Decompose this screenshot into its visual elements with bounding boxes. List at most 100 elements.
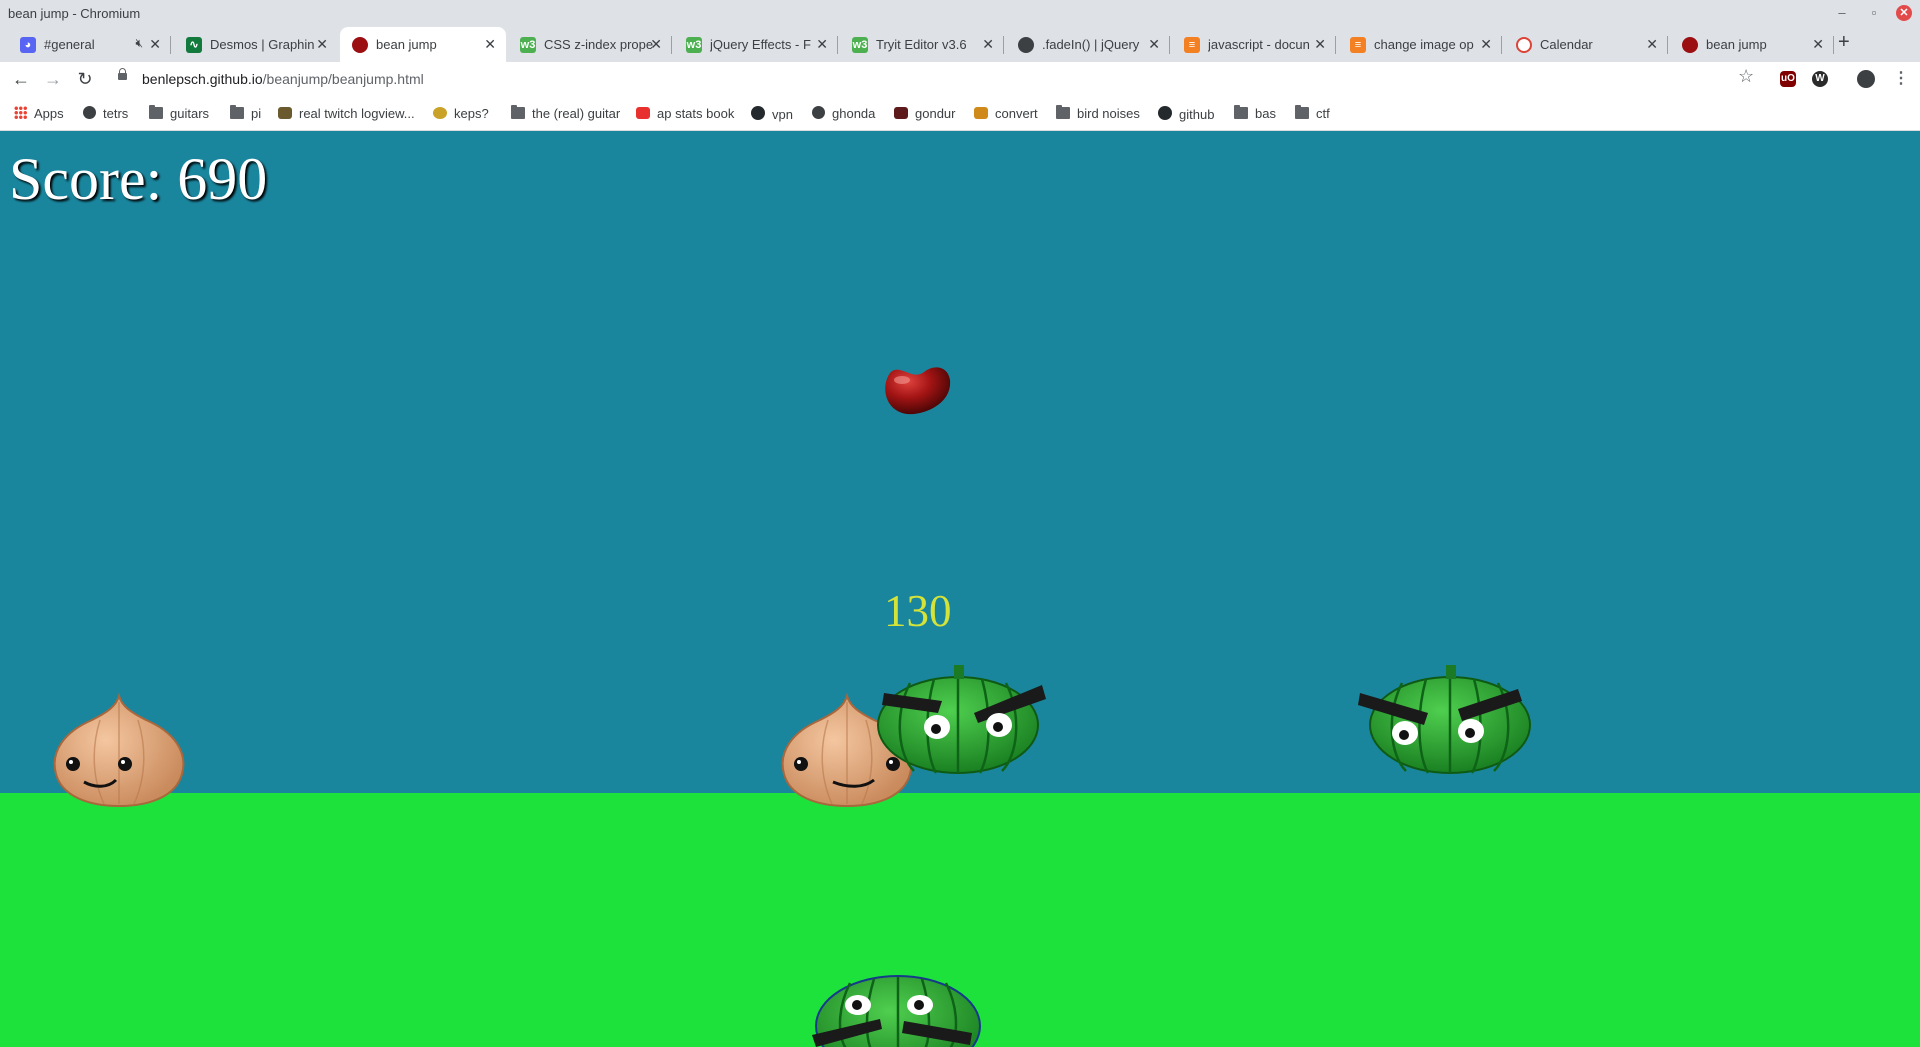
score-display: Score: 690 [9,146,268,212]
tab-close-icon[interactable]: ✕ [816,36,828,53]
tab-close-icon[interactable]: ✕ [1148,36,1160,53]
bookmark-label: convert [995,106,1038,121]
github-icon [751,106,765,120]
bookmark-ghonda[interactable]: ghonda [812,106,875,121]
tab-label: jQuery Effects - F [710,37,811,52]
apps-grid-icon [14,106,27,119]
github-icon [1158,106,1172,120]
tab-label: Calendar [1540,37,1593,52]
tab-separator [1169,36,1170,54]
tab-bean-jump-2[interactable]: bean jump ✕ [1670,27,1834,62]
forward-arrow-icon[interactable]: → [42,68,64,90]
bookmark-label: ap stats book [657,106,735,121]
tab-calendar[interactable]: Calendar ✕ [1504,27,1668,62]
tab-fadein[interactable]: .fadeIn() | jQuery ✕ [1006,27,1170,62]
tab-label: CSS z-index prope [544,37,654,52]
address-bar[interactable]: benlepsch.github.io/beanjump/beanjump.ht… [108,65,1788,94]
bookmark-convert[interactable]: convert [974,106,1038,121]
tab-separator [170,36,171,54]
tab-close-icon[interactable]: ✕ [149,36,161,53]
bookmark-label: bas [1255,106,1276,121]
url-host: benlepsch.github.io [142,71,263,87]
bookmark-gondur[interactable]: gondur [894,106,955,121]
window-titlebar: bean jump - Chromium – ▫ ✕ [0,0,1920,27]
stackoverflow-icon: ≡ [1184,37,1200,53]
muted-speaker-icon[interactable]: 🔇︎ [135,36,143,51]
bookmark-pi[interactable]: pi [230,105,262,121]
back-arrow-icon[interactable]: ← [10,68,32,90]
bookmark-apps[interactable]: Apps [14,106,64,121]
lock-icon[interactable] [118,68,127,80]
window-close-icon[interactable]: ✕ [1896,5,1912,21]
bean-icon [1682,37,1698,53]
tab-close-icon[interactable]: ✕ [1812,36,1824,53]
tab-general[interactable]: ◕ #general 🔇︎ ✕ [8,27,171,62]
browser-toolbar: ← → ↻ benlepsch.github.io/beanjump/beanj… [0,62,1920,97]
globe-icon [812,106,825,119]
extension-w-icon[interactable]: W [1812,71,1828,87]
bookmark-vpn[interactable]: vpn [751,106,793,122]
angry-pumpkin-enemy-flipped [808,971,988,1047]
discord-icon: ◕ [20,37,36,53]
tab-tryit-editor[interactable]: w3 Tryit Editor v3.6 ✕ [840,27,1004,62]
bookmark-star-icon[interactable]: ☆ [1738,66,1754,87]
tab-label: Desmos | Graphin [210,37,315,52]
tab-change-image[interactable]: ≡ change image op ✕ [1338,27,1502,62]
bookmark-tetrs[interactable]: tetrs [83,106,128,121]
reload-icon[interactable]: ↻ [74,68,96,90]
folder-icon [230,105,244,119]
bookmark-twitch-logviewer[interactable]: real twitch logview... [278,106,415,121]
tab-close-icon[interactable]: ✕ [982,36,994,53]
tab-bean-jump-active[interactable]: bean jump ✕ [340,27,506,62]
tab-css-zindex[interactable]: w3 CSS z-index prope ✕ [508,27,672,62]
bookmark-label: ghonda [832,106,876,121]
globe-icon [1018,37,1034,53]
tab-jquery-effects[interactable]: w3 jQuery Effects - F ✕ [674,27,838,62]
bookmark-label: the (real) guitar [532,106,621,121]
new-tab-button[interactable]: + [1838,31,1850,54]
tab-close-icon[interactable]: ✕ [1314,36,1326,53]
bookmark-ap-stats-book[interactable]: ap stats book [636,106,734,121]
bookmark-keps[interactable]: keps? [433,106,489,121]
tab-separator [1501,36,1502,54]
bookmark-label: guitars [170,106,210,121]
tab-strip: ◕ #general 🔇︎ ✕ ∿ Desmos | Graphin ✕ bea… [0,27,1920,62]
bookmark-bas[interactable]: bas [1234,105,1276,121]
onion-enemy [50,692,188,808]
url-text[interactable]: benlepsch.github.io/beanjump/beanjump.ht… [142,71,424,87]
url-path: /beanjump/beanjump.html [262,71,424,87]
bookmark-label: keps? [454,106,489,121]
bookmark-real-guitar[interactable]: the (real) guitar [511,105,621,121]
tab-separator [671,36,672,54]
bookmark-label: bird noises [1077,106,1140,121]
tab-close-icon[interactable]: ✕ [650,36,662,53]
bookmark-label: vpn [772,107,793,122]
folder-icon [149,105,163,119]
points-popup: 130 [884,586,952,636]
window-title: bean jump - Chromium [8,6,141,21]
folder-icon [1056,105,1070,119]
profile-avatar[interactable] [1857,70,1875,88]
tab-close-icon[interactable]: ✕ [1480,36,1492,53]
tab-close-icon[interactable]: ✕ [1646,36,1658,53]
bookmark-bird-noises[interactable]: bird noises [1056,105,1140,121]
tab-javascript-docs[interactable]: ≡ javascript - docun ✕ [1172,27,1336,62]
minimize-icon[interactable]: – [1832,3,1852,23]
ublock-origin-icon[interactable]: uO [1780,71,1796,87]
game-canvas[interactable]: Score: 690 130 [0,131,1920,1047]
angry-pumpkin-enemy [870,665,1050,775]
tab-label: bean jump [376,37,437,52]
kebab-menu-icon[interactable]: ⋮ [1893,68,1909,88]
bookmark-label: Apps [34,106,64,121]
stackoverflow-icon: ≡ [1350,37,1366,53]
bookmark-ctf[interactable]: ctf [1295,105,1330,121]
tab-close-icon[interactable]: ✕ [316,36,328,53]
globe-icon [83,106,96,119]
bookmark-label: pi [251,106,262,121]
restore-icon[interactable]: ▫ [1864,3,1884,23]
bookmarks-bar: Apps tetrs guitars pi real twitch logvie… [0,97,1920,131]
bookmark-guitars[interactable]: guitars [149,105,210,121]
tab-desmos[interactable]: ∿ Desmos | Graphin ✕ [174,27,338,62]
bookmark-github[interactable]: github [1158,106,1214,122]
tab-close-icon[interactable]: ✕ [484,36,496,53]
